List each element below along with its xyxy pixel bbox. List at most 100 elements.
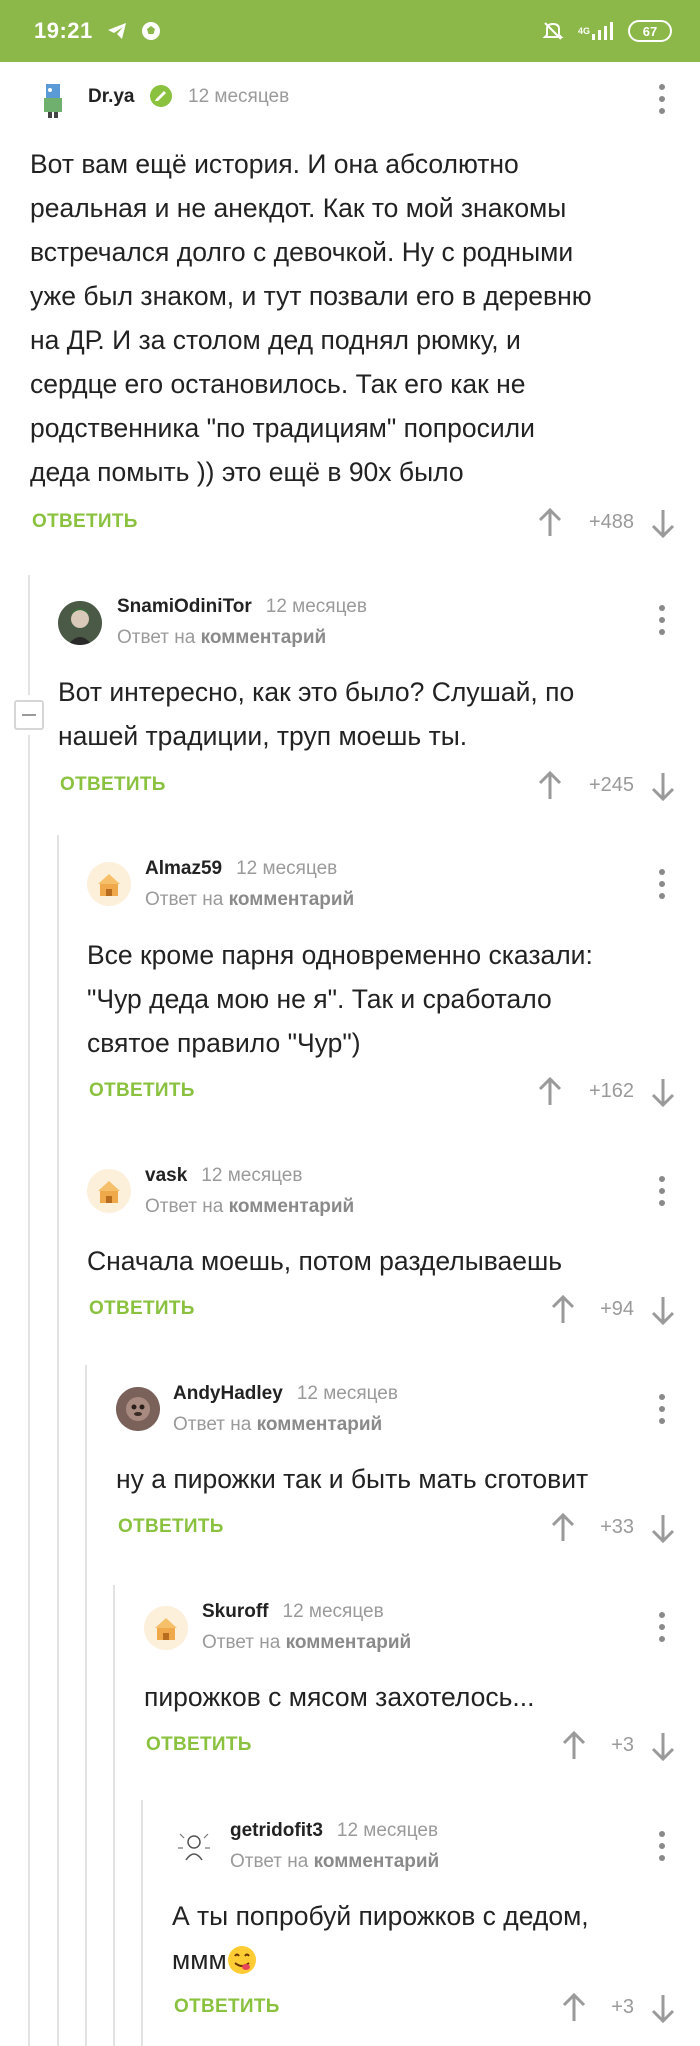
thread-line [28, 735, 30, 2046]
comment-text: Сначала моешь, потом разделываешь [87, 1239, 692, 1283]
upvote-icon[interactable] [537, 770, 563, 806]
text-line: ну а пирожки так и быть мать сготовит [116, 1464, 589, 1494]
comment-time: 12 месяцев [265, 596, 367, 617]
upvote-icon[interactable] [537, 507, 563, 543]
upvote-icon[interactable] [537, 1076, 563, 1112]
author-name[interactable]: SnamiOdiniTor [117, 596, 252, 617]
more-options-icon[interactable] [657, 1176, 667, 1206]
reply-to-line: Ответ на комментарий [173, 1414, 382, 1436]
reply-button[interactable]: ОТВЕТИТЬ [60, 774, 166, 796]
text-line: встречался долго с девочкой. Ну с родным… [30, 237, 574, 267]
rating: +94 [600, 1298, 634, 1320]
reply-button[interactable]: ОТВЕТИТЬ [89, 1298, 195, 1320]
reply-target-link[interactable]: комментарий [257, 1414, 383, 1435]
reply-button[interactable]: ОТВЕТИТЬ [174, 1996, 280, 2018]
thread-line [141, 1800, 143, 2046]
reply-to-line: Ответ на комментарий [145, 889, 354, 911]
comment-time: 12 месяцев [296, 1383, 398, 1404]
more-options-icon[interactable] [657, 1612, 667, 1642]
reply-target-link[interactable]: комментарий [201, 627, 327, 648]
thread-line [28, 575, 30, 695]
avatar[interactable] [58, 601, 102, 645]
comment-text: Вот интересно, как это было? Слушай, по … [58, 670, 688, 758]
comment-author[interactable]: SnamiOdiniTor 12 месяцев [117, 596, 367, 618]
downvote-icon[interactable] [650, 1731, 676, 1766]
thread-line [85, 1365, 87, 2046]
comment-author[interactable]: AndyHadley 12 месяцев [173, 1383, 398, 1405]
avatar[interactable] [172, 1824, 216, 1868]
upvote-icon[interactable] [561, 1992, 587, 2028]
comment-time: 12 месяцев [236, 858, 338, 879]
author-name[interactable]: Almaz59 [145, 858, 222, 879]
comment-text: А ты попробуй пирожков с дедом, ммм [172, 1894, 692, 1982]
reply-prefix: Ответ на [202, 1632, 281, 1653]
comment-author[interactable]: vask 12 месяцев [145, 1165, 302, 1187]
thread-line [113, 1585, 115, 2046]
rating: +162 [588, 1080, 634, 1102]
text-line: реальная и не анекдот. Как то мой знаком… [30, 193, 567, 223]
more-options-icon[interactable] [657, 84, 667, 114]
author-name[interactable]: AndyHadley [173, 1383, 283, 1404]
avatar[interactable] [116, 1387, 160, 1431]
comment-text: Все кроме парня одновременно сказали: "Ч… [87, 933, 692, 1065]
reply-prefix: Ответ на [230, 1851, 309, 1872]
reply-to-line: Ответ на комментарий [117, 627, 326, 649]
downvote-icon[interactable] [650, 1513, 676, 1548]
downvote-icon[interactable] [650, 1077, 676, 1112]
more-options-icon[interactable] [657, 1394, 667, 1424]
author-name[interactable]: vask [145, 1165, 187, 1186]
reply-button[interactable]: ОТВЕТИТЬ [118, 1516, 224, 1538]
more-options-icon[interactable] [657, 605, 667, 635]
text-line: ммм [172, 1945, 227, 1975]
thread-line [57, 835, 59, 2046]
author-name[interactable]: Skuroff [202, 1601, 269, 1622]
upvote-icon[interactable] [550, 1512, 576, 1548]
reply-button[interactable]: ОТВЕТИТЬ [32, 511, 138, 533]
comment-time: 12 месяцев [188, 86, 290, 107]
text-line: на ДР. И за столом дед поднял рюмку, и [30, 325, 521, 355]
text-line: родственника "по традициям" попросили [30, 413, 535, 443]
text-line-with-emoji: ммм [172, 1938, 692, 1982]
avatar[interactable] [144, 1606, 188, 1650]
downvote-icon[interactable] [650, 1295, 676, 1330]
text-line: деда помыть )) это ещё в 90х было [30, 457, 464, 487]
downvote-icon[interactable] [650, 508, 676, 543]
upvote-icon[interactable] [550, 1294, 576, 1330]
upvote-icon[interactable] [561, 1730, 587, 1766]
comment-author[interactable]: Dr.ya [88, 86, 134, 108]
comment-time: 12 месяцев [201, 1165, 303, 1186]
comment-author[interactable]: getridofit3 12 месяцев [230, 1820, 438, 1842]
text-line: уже был знаком, и тут позвали его в дере… [30, 281, 592, 311]
text-line: нашей традиции, труп моешь ты. [58, 721, 468, 751]
avatar[interactable] [87, 1169, 131, 1213]
comment-author[interactable]: Skuroff 12 месяцев [202, 1601, 384, 1623]
signal-icon: 4G [578, 22, 614, 40]
reply-prefix: Ответ на [145, 889, 224, 910]
author-name[interactable]: getridofit3 [230, 1820, 323, 1841]
avatar[interactable] [87, 862, 131, 906]
more-options-icon[interactable] [657, 1831, 667, 1861]
downvote-icon[interactable] [650, 771, 676, 806]
collapse-thread-button[interactable] [14, 700, 44, 730]
minus-icon [22, 714, 36, 716]
reply-prefix: Ответ на [173, 1414, 252, 1435]
downvote-icon[interactable] [650, 1993, 676, 2028]
comment-author[interactable]: Almaz59 12 месяцев [145, 858, 337, 880]
reply-to-line: Ответ на комментарий [230, 1851, 439, 1873]
reply-button[interactable]: ОТВЕТИТЬ [89, 1080, 195, 1102]
reply-target-link[interactable]: комментарий [286, 1632, 412, 1653]
reply-prefix: Ответ на [117, 627, 196, 648]
more-options-icon[interactable] [657, 869, 667, 899]
text-line: Сначала моешь, потом разделываешь [87, 1246, 563, 1276]
comment-time-wrap: 12 месяцев [188, 86, 289, 108]
reply-target-link[interactable]: комментарий [314, 1851, 440, 1872]
reply-target-link[interactable]: комментарий [229, 1196, 355, 1217]
text-line: "Чур деда мою не я". Так и сработало [87, 984, 552, 1014]
author-name[interactable]: Dr.ya [88, 86, 134, 107]
avatar[interactable] [32, 76, 76, 120]
reply-button[interactable]: ОТВЕТИТЬ [146, 1734, 252, 1756]
rating: +33 [600, 1516, 634, 1538]
reply-target-link[interactable]: комментарий [229, 889, 355, 910]
text-line: Все кроме парня одновременно сказали: [87, 940, 593, 970]
mute-bell-icon [542, 20, 564, 42]
